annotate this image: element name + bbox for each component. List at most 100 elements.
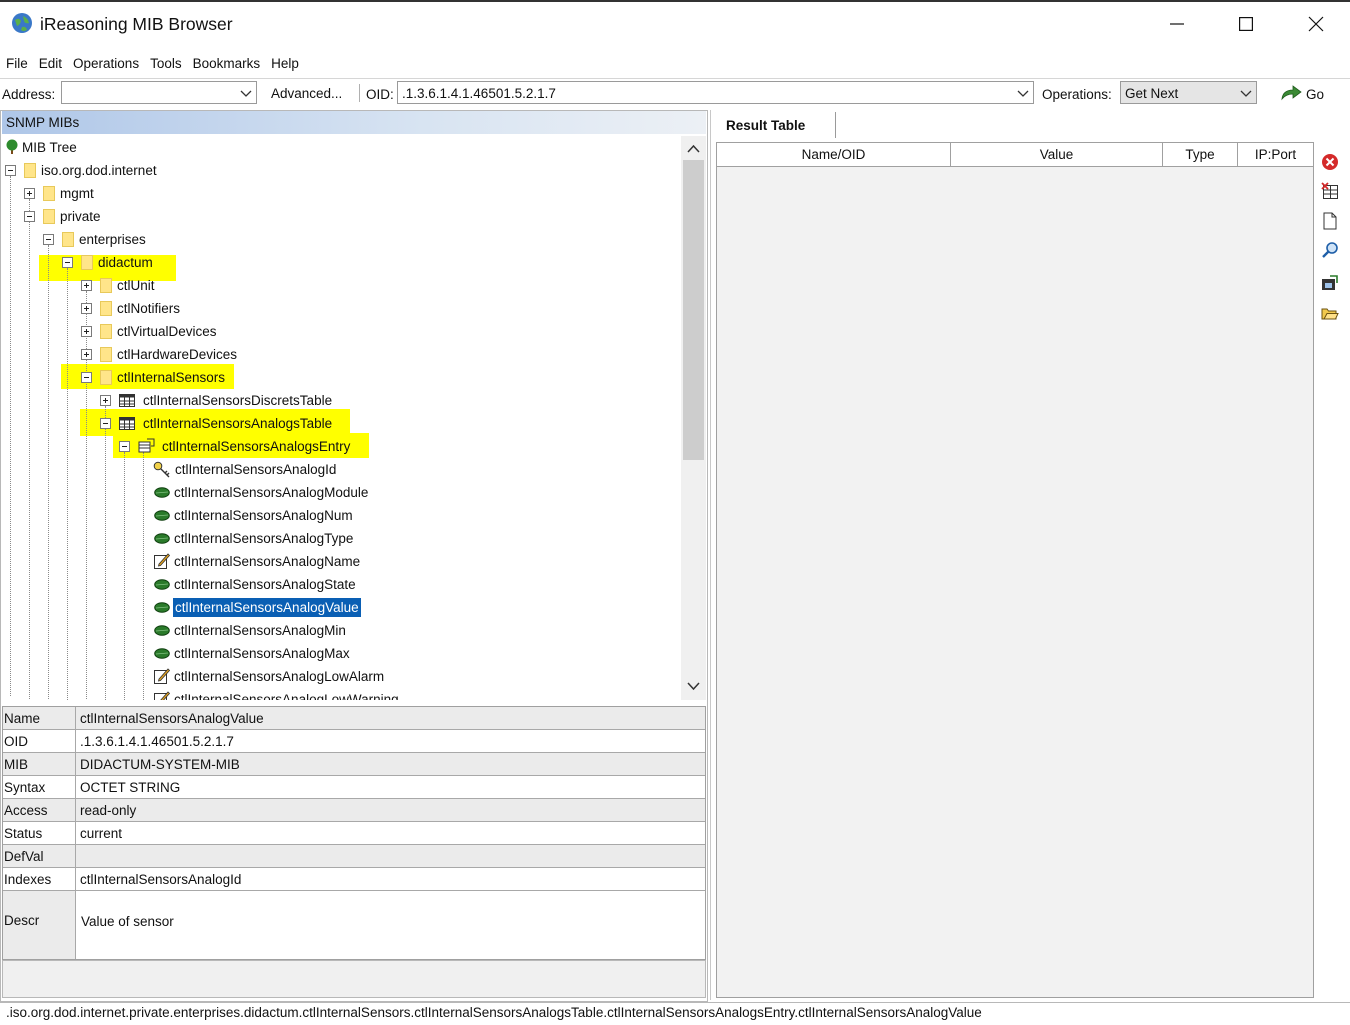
go-label: Go (1306, 87, 1325, 102)
collapse-icon[interactable] (62, 257, 73, 268)
tree-node-label: ctlInternalSensorsAnalogMax (174, 646, 350, 661)
result-table: Name/OID Value Type IP:Port (716, 142, 1314, 998)
property-value: Value of sensor (81, 914, 174, 929)
tree-node-label: ctlHardwareDevices (117, 347, 238, 362)
open-folder-icon (1321, 308, 1339, 320)
edit-icon (154, 668, 170, 684)
selected-tree-node-label: ctlInternalSensorsAnalogValue (172, 597, 362, 618)
save-button[interactable] (1318, 271, 1342, 295)
collapse-icon[interactable] (119, 441, 130, 452)
operations-label: Operations: (1042, 87, 1112, 102)
tree-node-label: MIB Tree (22, 140, 77, 155)
scroll-down-icon[interactable] (687, 682, 700, 691)
operations-select[interactable]: Get Next (1120, 81, 1257, 104)
minimize-button[interactable] (1142, 2, 1212, 46)
property-row-defval: DefVal (3, 845, 705, 868)
leaf-icon (154, 510, 170, 521)
property-row-descr: Descr Value of sensor (3, 891, 705, 959)
tree-node-label: ctlInternalSensorsAnalogLowAlarm (174, 669, 385, 684)
oid-combobox[interactable]: .1.3.6.1.4.1.46501.5.2.1.7 (397, 81, 1034, 104)
expand-icon[interactable] (81, 280, 92, 291)
minimize-icon (1170, 23, 1184, 25)
address-combobox[interactable] (61, 81, 257, 104)
maximize-button[interactable] (1211, 2, 1281, 46)
tree-node-label: ctlInternalSensorsAnalogType (174, 531, 354, 546)
leaf-icon (154, 487, 170, 498)
tree-node-label: enterprises (79, 232, 146, 247)
properties-footer (2, 960, 706, 998)
expand-icon[interactable] (81, 349, 92, 360)
folder-icon (43, 186, 55, 201)
tree-node-label: ctlVirtualDevices (117, 324, 217, 339)
splitter[interactable] (710, 110, 711, 1000)
document-icon (1323, 212, 1337, 230)
property-row-access: Access read-only (3, 799, 705, 822)
toolbar: Address: Advanced... OID: .1.3.6.1.4.1.4… (0, 78, 1350, 108)
table-icon (119, 417, 135, 430)
tree-node-label: ctlInternalSensorsAnalogId (175, 462, 337, 477)
tree-node-label: ctlInternalSensorsAnalogLowWarning (174, 692, 399, 700)
operations-value: Get Next (1125, 86, 1179, 101)
menu-operations[interactable]: Operations (67, 52, 144, 76)
property-key: Name (3, 707, 76, 729)
go-button[interactable]: Go (1278, 82, 1338, 104)
column-header-value[interactable]: Value (951, 143, 1163, 167)
tree-node-label: ctlNotifiers (117, 301, 181, 316)
menu-edit[interactable]: Edit (33, 52, 67, 76)
property-key: Access (3, 799, 76, 821)
tree-node-label: mgmt (60, 186, 94, 201)
toolbar-separator (359, 84, 360, 102)
tab-result-table[interactable]: Result Table (711, 112, 836, 138)
tree-icon (6, 139, 18, 154)
expand-icon[interactable] (81, 303, 92, 314)
column-header-type[interactable]: Type (1163, 143, 1238, 167)
property-row-syntax: Syntax OCTET STRING (3, 776, 705, 799)
expand-icon[interactable] (100, 395, 111, 406)
property-row-indexes: Indexes ctlInternalSensorsAnalogId (3, 868, 705, 891)
menu-file[interactable]: File (0, 52, 33, 76)
property-value: read-only (80, 803, 137, 818)
menu-tools[interactable]: Tools (144, 52, 187, 76)
save-icon (1322, 275, 1338, 290)
column-header-ip-port[interactable]: IP:Port (1238, 143, 1313, 167)
properties-table: Name ctlInternalSensorsAnalogValue OID .… (2, 706, 706, 960)
tree-node-label: ctlInternalSensorsDiscretsTable (143, 393, 333, 408)
menu-help[interactable]: Help (265, 52, 304, 76)
column-header-name-oid[interactable]: Name/OID (717, 143, 951, 167)
close-button[interactable] (1281, 2, 1350, 46)
delete-button[interactable] (1318, 150, 1342, 174)
scroll-up-icon[interactable] (687, 144, 700, 153)
new-document-button[interactable] (1318, 209, 1342, 233)
edit-icon (154, 553, 170, 569)
go-arrow-icon (1281, 85, 1302, 101)
property-key: Descr (3, 891, 76, 959)
oid-value: .1.3.6.1.4.1.46501.5.2.1.7 (402, 86, 556, 101)
clear-table-button[interactable] (1318, 179, 1342, 203)
property-value: DIDACTUM-SYSTEM-MIB (80, 757, 240, 772)
open-button[interactable] (1318, 301, 1342, 325)
property-row-mib: MIB DIDACTUM-SYSTEM-MIB (3, 753, 705, 776)
scrollbar-thumb[interactable] (683, 160, 704, 460)
tree-node-label: ctlUnit (117, 278, 155, 293)
close-icon (1308, 16, 1324, 32)
search-button[interactable] (1318, 238, 1342, 262)
collapse-icon[interactable] (81, 372, 92, 383)
property-key: Syntax (3, 776, 76, 798)
collapse-icon[interactable] (5, 165, 16, 176)
property-key: Indexes (3, 868, 76, 890)
collapse-icon[interactable] (43, 234, 54, 245)
expand-icon[interactable] (24, 188, 35, 199)
collapse-icon[interactable] (24, 211, 35, 222)
chevron-down-icon (1017, 90, 1029, 97)
property-value: OCTET STRING (80, 780, 181, 795)
property-key: MIB (3, 753, 76, 775)
advanced-button[interactable]: Advanced... (262, 81, 354, 104)
menu-bookmarks[interactable]: Bookmarks (187, 52, 266, 76)
expand-icon[interactable] (81, 326, 92, 337)
mib-tree[interactable]: MIB Tree iso.org.dod.internet mgmt priva… (2, 136, 681, 700)
collapse-icon[interactable] (100, 418, 111, 429)
table-icon (119, 394, 135, 407)
tree-node-label: ctlInternalSensorsAnalogMin (174, 623, 346, 638)
folder-icon (43, 209, 55, 224)
tree-node-label: didactum (98, 255, 153, 270)
